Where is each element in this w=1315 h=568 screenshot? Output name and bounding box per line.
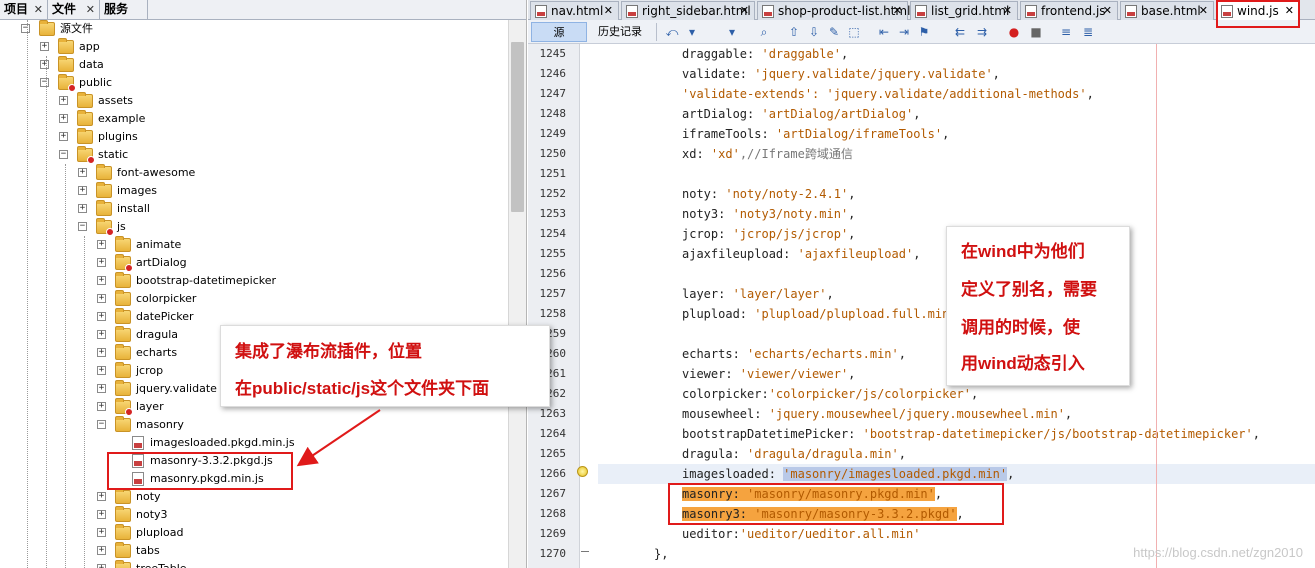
annotation-arrow — [296, 409, 381, 467]
annotation-arrow-layer — [296, 409, 381, 467]
